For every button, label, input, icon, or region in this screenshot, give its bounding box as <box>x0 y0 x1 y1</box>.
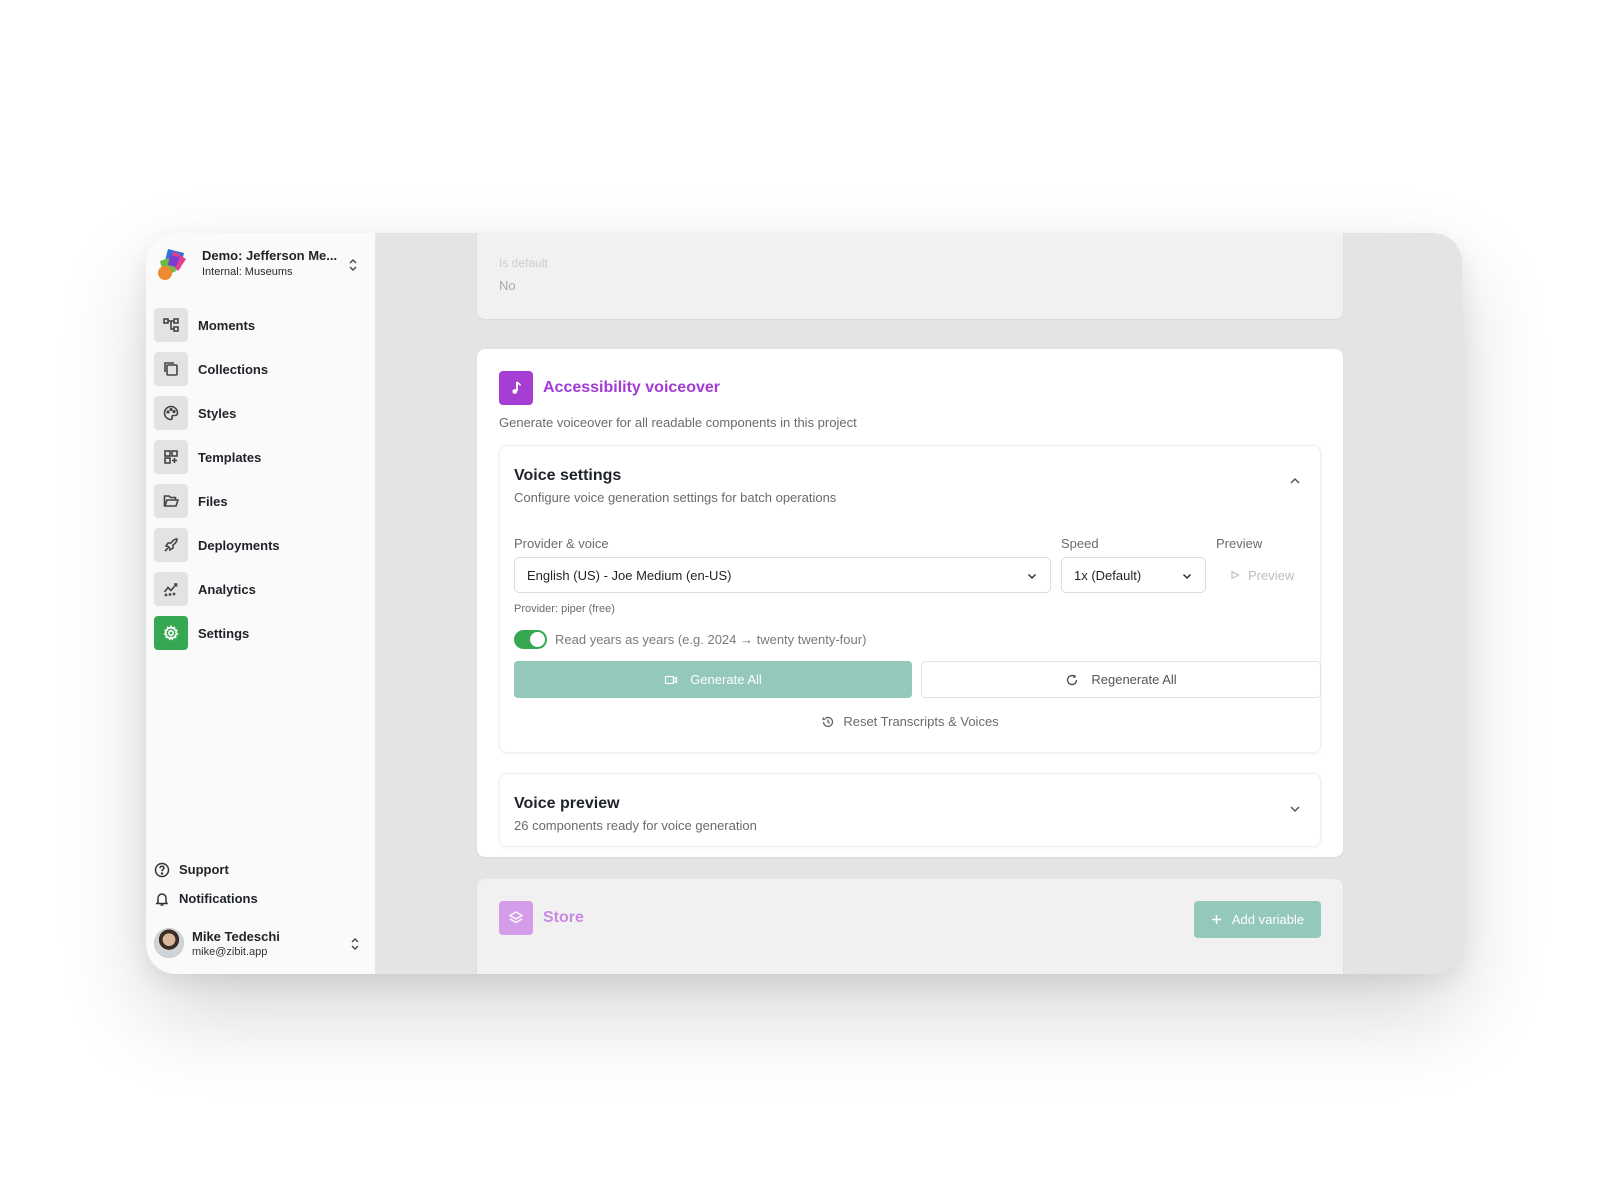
sidebar-item-settings[interactable]: Settings <box>154 611 368 655</box>
reset-transcripts-button[interactable]: Reset Transcripts & Voices <box>500 714 1320 729</box>
voice-preview-title: Voice preview <box>514 795 620 812</box>
provider-voice-label: Provider & voice <box>514 536 609 551</box>
main-content: Is default No Accessibility voiceover Ge… <box>377 233 1462 974</box>
gear-icon <box>154 616 188 650</box>
voiceover-description: Generate voiceover for all readable comp… <box>499 415 857 430</box>
sidebar-item-collections[interactable]: Collections <box>154 347 368 391</box>
sidebar-item-moments[interactable]: Moments <box>154 303 368 347</box>
default-card: Is default No <box>477 233 1343 319</box>
sidebar-item-label: Deployments <box>198 537 280 553</box>
moments-icon <box>154 308 188 342</box>
sidebar-item-label: Files <box>198 493 228 509</box>
folder-icon <box>154 484 188 518</box>
video-icon <box>665 675 678 684</box>
plus-icon <box>1211 915 1221 924</box>
history-icon <box>822 716 834 727</box>
music-note-icon <box>499 371 533 405</box>
default-value: No <box>499 278 516 293</box>
bell-icon <box>155 892 169 906</box>
add-variable-label: Add variable <box>1231 912 1305 927</box>
avatar <box>154 928 184 958</box>
sidebar-item-label: Collections <box>198 361 269 377</box>
sidebar-item-label: Moments <box>198 317 256 333</box>
workspace-name: Demo: Jefferson Me... <box>202 248 338 263</box>
store-card: Store Add variable <box>477 879 1343 974</box>
sidebar-item-label: Analytics <box>198 581 256 597</box>
sidebar-item-deployments[interactable]: Deployments <box>154 523 368 567</box>
chevron-up-icon[interactable] <box>1288 474 1302 488</box>
generate-all-label: Generate All <box>690 672 762 687</box>
read-years-label: Read years as years (e.g. 2024 → twenty … <box>555 632 867 647</box>
refresh-icon <box>1067 674 1078 685</box>
sidebar-item-templates[interactable]: Templates <box>154 435 368 479</box>
chevron-down-icon <box>1027 573 1037 580</box>
sidebar: Demo: Jefferson Me... Internal: Museums … <box>146 233 376 974</box>
preview-button[interactable]: Preview <box>1218 557 1308 593</box>
app-window: Demo: Jefferson Me... Internal: Museums … <box>146 233 1462 974</box>
user-menu[interactable]: Mike Tedeschi mike@zibit.app <box>154 926 368 960</box>
analytics-icon <box>154 572 188 606</box>
workspace-logo-icon <box>158 249 186 280</box>
regenerate-all-label: Regenerate All <box>1091 672 1177 687</box>
voice-preview-panel[interactable]: Voice preview 26 components ready for vo… <box>499 773 1321 847</box>
reset-transcripts-label: Reset Transcripts & Voices <box>843 714 999 729</box>
workspace-subtitle: Internal: Museums <box>202 266 293 278</box>
provider-voice-value: English (US) - Joe Medium (en-US) <box>527 568 732 583</box>
templates-icon <box>154 440 188 474</box>
voiceover-card: Accessibility voiceover Generate voiceov… <box>477 349 1343 857</box>
collections-icon <box>154 352 188 386</box>
support-label: Support <box>179 862 229 877</box>
notifications-link[interactable]: Notifications <box>154 884 368 913</box>
store-title: Store <box>543 909 584 926</box>
sidebar-item-styles[interactable]: Styles <box>154 391 368 435</box>
notifications-label: Notifications <box>179 891 258 906</box>
provider-voice-select[interactable]: English (US) - Joe Medium (en-US) <box>514 557 1051 593</box>
user-name: Mike Tedeschi <box>192 929 280 944</box>
voice-settings-title: Voice settings <box>514 467 622 484</box>
voice-preview-subtitle: 26 components ready for voice generation <box>514 818 757 833</box>
palette-icon <box>154 396 188 430</box>
sidebar-footer-links: Support Notifications <box>154 855 368 913</box>
main-nav: Moments Collections Styles Templates Fil… <box>154 303 368 655</box>
default-label: Is default <box>499 256 548 270</box>
user-email: mike@zibit.app <box>192 946 268 958</box>
generate-all-button[interactable]: Generate All <box>514 661 912 698</box>
sidebar-item-label: Settings <box>198 625 250 641</box>
read-years-toggle[interactable] <box>514 630 547 649</box>
sidebar-item-analytics[interactable]: Analytics <box>154 567 368 611</box>
add-variable-button[interactable]: Add variable <box>1194 901 1321 938</box>
workspace-switcher[interactable]: Demo: Jefferson Me... Internal: Museums <box>156 245 366 285</box>
speed-label: Speed <box>1061 536 1099 551</box>
play-icon <box>1231 570 1240 580</box>
preview-button-label: Preview <box>1248 567 1295 583</box>
chevron-updown-icon <box>351 938 359 950</box>
chevron-updown-icon <box>349 259 357 271</box>
support-link[interactable]: Support <box>154 855 368 884</box>
chevron-down-icon[interactable] <box>1288 802 1302 816</box>
help-circle-icon <box>154 862 170 877</box>
voice-settings-subtitle: Configure voice generation settings for … <box>514 490 837 505</box>
regenerate-all-button[interactable]: Regenerate All <box>921 661 1321 698</box>
sidebar-item-label: Templates <box>198 449 262 465</box>
preview-label: Preview <box>1216 536 1263 551</box>
speed-value: 1x (Default) <box>1074 568 1142 583</box>
voice-settings-panel: Voice settings Configure voice generatio… <box>499 445 1321 753</box>
chevron-down-icon <box>1182 573 1192 580</box>
layers-icon <box>499 901 533 935</box>
sidebar-item-label: Styles <box>198 405 237 421</box>
sidebar-item-files[interactable]: Files <box>154 479 368 523</box>
voiceover-title: Accessibility voiceover <box>543 379 720 396</box>
rocket-icon <box>154 528 188 562</box>
provider-note: Provider: piper (free) <box>514 603 615 615</box>
speed-select[interactable]: 1x (Default) <box>1061 557 1206 593</box>
